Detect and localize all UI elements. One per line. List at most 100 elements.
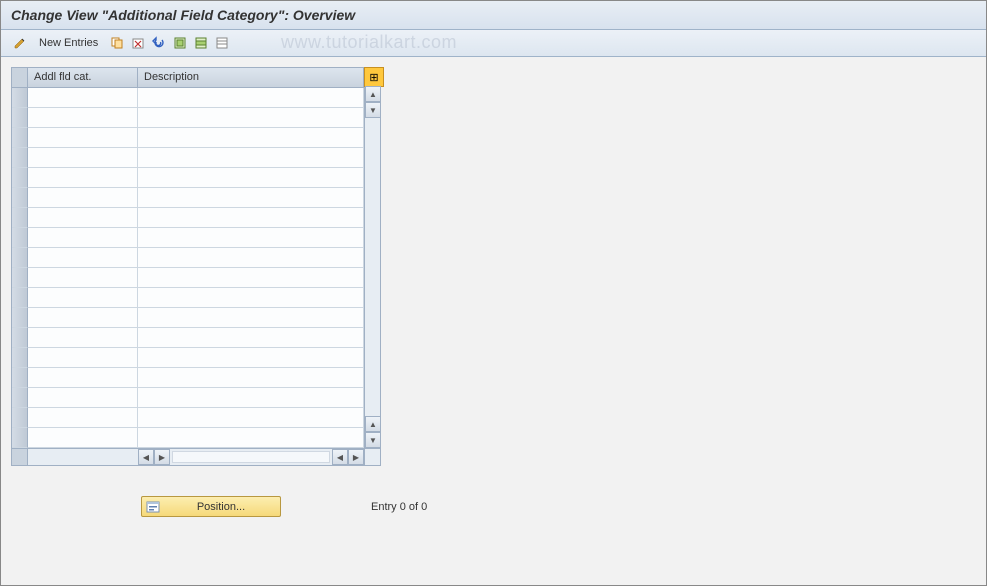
- cell-description[interactable]: [138, 248, 364, 267]
- window-title: Change View "Additional Field Category":…: [1, 1, 986, 30]
- table-row[interactable]: [28, 168, 364, 188]
- table-row[interactable]: [28, 148, 364, 168]
- row-selector[interactable]: [12, 268, 28, 288]
- row-selector[interactable]: [12, 348, 28, 368]
- position-button[interactable]: Position...: [141, 496, 281, 517]
- cell-addl-fld-cat[interactable]: [28, 88, 138, 107]
- row-selector[interactable]: [12, 88, 28, 108]
- cell-addl-fld-cat[interactable]: [28, 288, 138, 307]
- cell-addl-fld-cat[interactable]: [28, 248, 138, 267]
- row-selector[interactable]: [12, 108, 28, 128]
- cell-description[interactable]: [138, 128, 364, 147]
- cell-addl-fld-cat[interactable]: [28, 168, 138, 187]
- cell-addl-fld-cat[interactable]: [28, 408, 138, 427]
- row-selector[interactable]: [12, 188, 28, 208]
- cell-addl-fld-cat[interactable]: [28, 328, 138, 347]
- select-all-icon[interactable]: [171, 34, 189, 52]
- cell-description[interactable]: [138, 368, 364, 387]
- row-selector[interactable]: [12, 328, 28, 348]
- cell-description[interactable]: [138, 268, 364, 287]
- cell-description[interactable]: [138, 408, 364, 427]
- delete-icon[interactable]: [129, 34, 147, 52]
- scroll-down-end-icon[interactable]: ▼: [365, 432, 381, 448]
- column-header-addl-fld-cat[interactable]: Addl fld cat.: [28, 68, 138, 87]
- cell-addl-fld-cat[interactable]: [28, 208, 138, 227]
- row-selector[interactable]: [12, 208, 28, 228]
- cell-description[interactable]: [138, 168, 364, 187]
- row-selector[interactable]: [12, 228, 28, 248]
- undo-icon[interactable]: [150, 34, 168, 52]
- hscroll-track[interactable]: [172, 451, 330, 463]
- scroll-right-step-icon[interactable]: ▶: [154, 449, 170, 465]
- table-row[interactable]: [28, 408, 364, 428]
- cell-addl-fld-cat[interactable]: [28, 428, 138, 447]
- row-selector[interactable]: [12, 308, 28, 328]
- table-row[interactable]: [28, 268, 364, 288]
- select-block-icon[interactable]: [192, 34, 210, 52]
- table-row[interactable]: [28, 228, 364, 248]
- cell-description[interactable]: [138, 108, 364, 127]
- cell-addl-fld-cat[interactable]: [28, 128, 138, 147]
- cell-description[interactable]: [138, 188, 364, 207]
- table-row[interactable]: [28, 388, 364, 408]
- table-row[interactable]: [28, 348, 364, 368]
- row-selector[interactable]: [12, 168, 28, 188]
- table-row[interactable]: [28, 328, 364, 348]
- cell-addl-fld-cat[interactable]: [28, 228, 138, 247]
- scroll-down-icon[interactable]: ▼: [365, 102, 381, 118]
- scroll-left-end-icon[interactable]: ◀: [332, 449, 348, 465]
- table-row[interactable]: [28, 248, 364, 268]
- scroll-right-end-icon[interactable]: ▶: [348, 449, 364, 465]
- scroll-up-icon[interactable]: ▲: [365, 86, 381, 102]
- row-selector-header[interactable]: [12, 68, 28, 88]
- table-row[interactable]: [28, 308, 364, 328]
- table-row[interactable]: [28, 108, 364, 128]
- cell-addl-fld-cat[interactable]: [28, 348, 138, 367]
- horizontal-scrollbar[interactable]: ◀ ▶ ◀ ▶: [12, 448, 380, 465]
- scroll-left-icon[interactable]: ◀: [138, 449, 154, 465]
- table-row[interactable]: [28, 428, 364, 448]
- cell-addl-fld-cat[interactable]: [28, 388, 138, 407]
- cell-addl-fld-cat[interactable]: [28, 188, 138, 207]
- row-selector[interactable]: [12, 388, 28, 408]
- cell-description[interactable]: [138, 388, 364, 407]
- row-selector[interactable]: [12, 368, 28, 388]
- toggle-change-icon[interactable]: [11, 34, 29, 52]
- cell-description[interactable]: [138, 208, 364, 227]
- table-row[interactable]: [28, 368, 364, 388]
- column-header-description[interactable]: Description: [138, 68, 364, 87]
- cell-description[interactable]: [138, 228, 364, 247]
- row-selector[interactable]: [12, 248, 28, 268]
- cell-description[interactable]: [138, 308, 364, 327]
- copy-icon[interactable]: [108, 34, 126, 52]
- scroll-track[interactable]: [365, 118, 380, 416]
- scroll-up-end-icon[interactable]: ▲: [365, 416, 381, 432]
- vertical-scrollbar[interactable]: ⊞ ▲ ▼ ▲ ▼: [364, 68, 380, 448]
- cell-addl-fld-cat[interactable]: [28, 308, 138, 327]
- row-selector[interactable]: [12, 428, 28, 448]
- new-entries-button[interactable]: New Entries: [32, 34, 105, 52]
- cell-addl-fld-cat[interactable]: [28, 108, 138, 127]
- cell-description[interactable]: [138, 428, 364, 447]
- table-row[interactable]: [28, 128, 364, 148]
- position-button-label: Position...: [166, 501, 276, 513]
- table-row[interactable]: [28, 288, 364, 308]
- table-config-icon[interactable]: ⊞: [364, 67, 384, 87]
- row-selector[interactable]: [12, 148, 28, 168]
- cell-description[interactable]: [138, 348, 364, 367]
- cell-addl-fld-cat[interactable]: [28, 268, 138, 287]
- cell-description[interactable]: [138, 328, 364, 347]
- row-selector[interactable]: [12, 288, 28, 308]
- cell-description[interactable]: [138, 148, 364, 167]
- cell-addl-fld-cat[interactable]: [28, 148, 138, 167]
- row-selector[interactable]: [12, 408, 28, 428]
- row-selector[interactable]: [12, 128, 28, 148]
- cell-description[interactable]: [138, 88, 364, 107]
- table-row[interactable]: [28, 88, 364, 108]
- table-row[interactable]: [28, 208, 364, 228]
- table-row[interactable]: [28, 188, 364, 208]
- cell-addl-fld-cat[interactable]: [28, 368, 138, 387]
- cell-description[interactable]: [138, 288, 364, 307]
- deselect-all-icon[interactable]: [213, 34, 231, 52]
- toolbar: New Entries www.tutorialkart.com: [1, 30, 986, 57]
